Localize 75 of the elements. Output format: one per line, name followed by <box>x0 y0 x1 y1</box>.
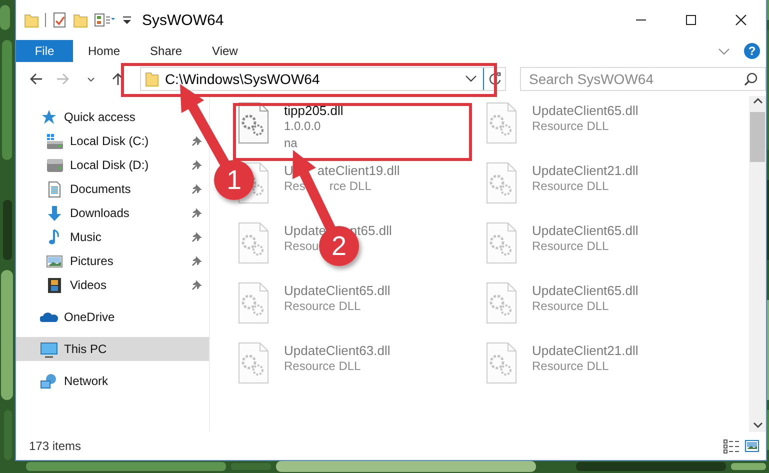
file-detail: Res <box>284 178 306 195</box>
drive-icon <box>46 132 64 150</box>
file-detail: Resource DLL <box>532 178 609 195</box>
file-detail: Resource DLL <box>532 298 609 315</box>
file-detail: 1.0.0.0 <box>284 118 321 135</box>
ribbon-tab[interactable]: Share <box>135 40 198 62</box>
sidebar-item[interactable]: Local Disk (C:) <box>16 129 209 153</box>
file-name: UpdateClient21.dll <box>532 163 638 178</box>
file-detail: rce DLL <box>329 178 372 195</box>
sidebar-item[interactable]: Downloads <box>16 201 209 225</box>
file-detail: na <box>284 135 298 152</box>
dll-file-icon <box>486 282 518 324</box>
scroll-thumb[interactable] <box>750 112 765 162</box>
dll-file-icon <box>238 342 270 384</box>
network-icon <box>40 372 58 390</box>
sidebar-item[interactable]: Music <box>16 225 209 249</box>
search-icon <box>744 72 758 86</box>
dll-file-icon <box>486 102 518 144</box>
properties-icon[interactable] <box>94 12 116 28</box>
help-button[interactable]: ? <box>744 43 760 59</box>
ribbon-tab[interactable]: Home <box>73 40 136 62</box>
file-name: nt65.dll <box>350 223 392 238</box>
dll-file-icon <box>238 282 270 324</box>
file-detail: Resource DLL <box>284 298 361 315</box>
dll-file-icon <box>238 102 270 144</box>
sidebar-item[interactable]: This PC <box>16 337 209 361</box>
file-name: tipp205.dll <box>284 103 344 118</box>
ribbon-tab[interactable]: View <box>197 40 253 62</box>
details-view-icon[interactable] <box>723 438 740 454</box>
dll-file-icon <box>486 162 518 204</box>
file-detail: Resource DLL <box>532 358 609 375</box>
dll-file-icon <box>486 342 518 384</box>
sidebar-item[interactable]: Documents <box>16 177 209 201</box>
picture-icon <box>46 252 64 270</box>
file-detail: Resource DLL <box>532 238 609 255</box>
sidebar-item[interactable]: OneDrive <box>16 305 209 329</box>
sidebar-item[interactable]: Local Disk (D:) <box>16 153 209 177</box>
folder-icon <box>144 71 159 87</box>
checkmark-document-icon[interactable] <box>52 12 67 28</box>
item-count: 173 items <box>29 439 82 453</box>
back-icon <box>28 72 43 86</box>
dll-file-icon <box>486 222 518 264</box>
sidebar-item[interactable]: Videos <box>16 273 209 297</box>
film-icon <box>46 276 64 294</box>
forward-icon <box>56 72 70 86</box>
drive-icon <box>46 156 64 174</box>
file-name: UpdateClient65.dll <box>532 223 638 238</box>
sidebar-item[interactable]: Pictures <box>16 249 209 273</box>
dll-file-icon <box>238 222 270 264</box>
file-name: U <box>284 163 294 178</box>
close-icon <box>735 14 747 26</box>
file-name: UpdateClient63.dll <box>284 343 390 358</box>
dropdown-caret-icon[interactable] <box>465 75 477 83</box>
monitor-icon <box>40 340 58 358</box>
sidebar-item[interactable]: Quick access <box>16 105 209 129</box>
sidebar-item[interactable]: Network <box>16 369 209 393</box>
maximize-icon <box>685 14 697 26</box>
expand-ribbon-icon[interactable] <box>718 46 730 56</box>
file-detail: Resource DLL <box>284 358 361 375</box>
file-detail: Resource DLL <box>532 118 609 135</box>
file-name: UpdateClient21.dll <box>532 343 638 358</box>
window-title: SysWOW64 <box>142 12 224 28</box>
address-field[interactable]: C:\Windows\SysWOW64 <box>140 67 506 91</box>
large-icons-view-icon[interactable] <box>744 438 760 454</box>
file-name: Update <box>284 223 326 238</box>
file-name: UpdateClient65.dll <box>532 283 638 298</box>
download-arrow-icon <box>46 204 64 222</box>
file-name: UpdateClient65.dll <box>532 103 638 118</box>
file-detail: Resou <box>284 238 319 255</box>
file-menu-button[interactable]: File <box>16 40 73 62</box>
file-name: UpdateClient65.dll <box>284 283 390 298</box>
file-name: ateClient19.dll <box>317 163 400 178</box>
search-field[interactable]: Search SysWOW64 <box>520 67 766 91</box>
star-icon <box>40 108 58 126</box>
refresh-icon <box>488 72 502 86</box>
